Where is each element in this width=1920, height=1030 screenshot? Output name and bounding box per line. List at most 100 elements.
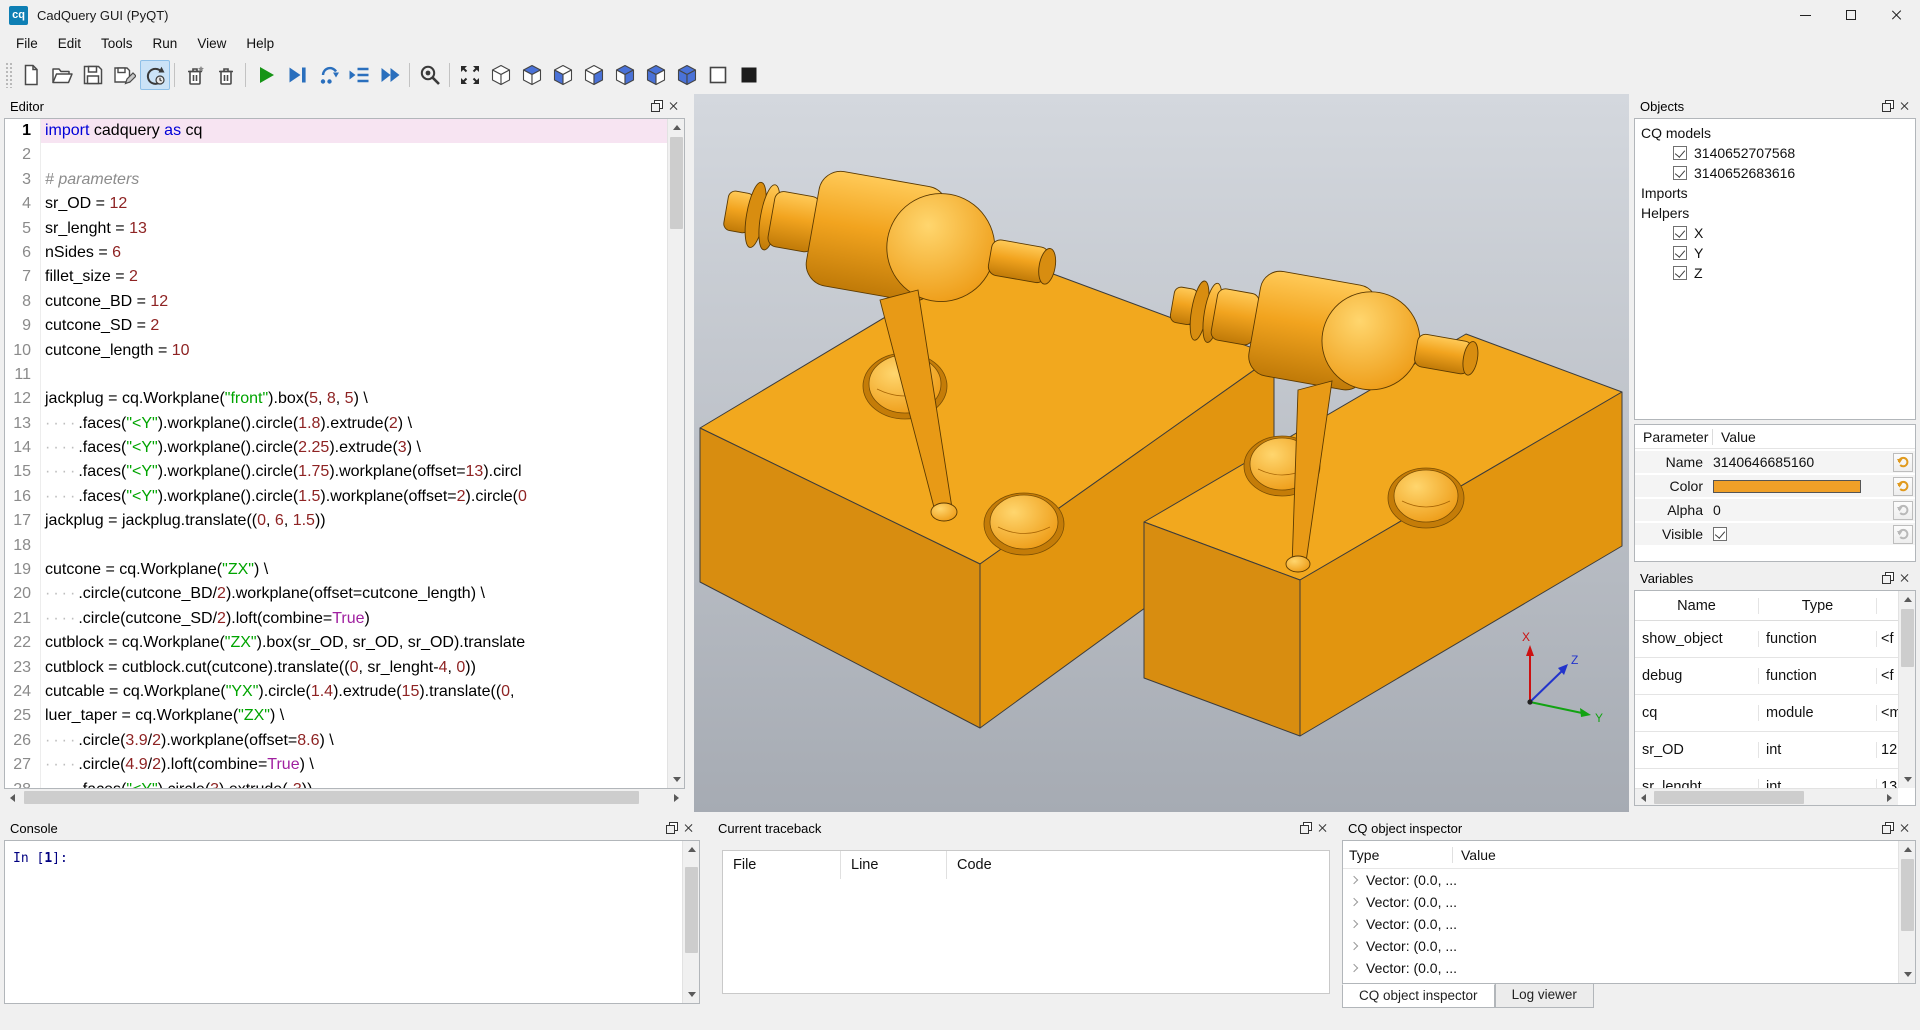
variables-hscroll-thumb[interactable]	[1654, 791, 1804, 804]
float-panel-icon[interactable]	[1882, 572, 1894, 584]
undo-button[interactable]	[1893, 525, 1913, 544]
expand-chevron-icon[interactable]	[1350, 964, 1358, 972]
visibility-checkbox[interactable]	[1673, 146, 1687, 160]
variables-vscroll-thumb[interactable]	[1901, 609, 1914, 667]
close-panel-icon[interactable]	[1900, 101, 1910, 111]
inspector-row[interactable]: Vector: (0.0, ...	[1343, 957, 1898, 979]
undo-button[interactable]	[1893, 501, 1913, 520]
inspector-row[interactable]: Vector: (0.0, ...	[1343, 869, 1898, 891]
tree-item[interactable]: 3140652683616	[1637, 163, 1913, 183]
step-button[interactable]	[313, 60, 343, 90]
inspector-row[interactable]: Vector: (0.0, ...	[1343, 935, 1898, 957]
tree-item[interactable]: Z	[1637, 263, 1913, 283]
inspector-header-value[interactable]: Value	[1453, 847, 1504, 863]
delete-all-button[interactable]	[211, 60, 241, 90]
variable-row[interactable]: sr_ODint12	[1635, 732, 1898, 769]
editor-vertical-scrollbar[interactable]	[667, 119, 684, 788]
close-panel-icon[interactable]	[1900, 823, 1910, 833]
visible-checkbox[interactable]	[1713, 527, 1727, 541]
variables-header[interactable]: Type	[1759, 598, 1877, 614]
view-iso-button[interactable]	[486, 60, 516, 90]
console-input-area[interactable]: In [1]:	[4, 840, 700, 1004]
view-left-button[interactable]	[641, 60, 671, 90]
toolbar-drag-handle[interactable]	[5, 62, 12, 88]
close-panel-icon[interactable]	[1318, 823, 1328, 833]
tree-group-helpers[interactable]: Helpers	[1637, 203, 1913, 223]
scroll-up-button[interactable]	[668, 119, 685, 136]
visibility-checkbox[interactable]	[1673, 266, 1687, 280]
scroll-left-button[interactable]	[4, 789, 21, 806]
render-button[interactable]	[251, 60, 281, 90]
tree-item[interactable]: 3140652707568	[1637, 143, 1913, 163]
menu-run[interactable]: Run	[143, 33, 188, 54]
3d-viewport[interactable]: X Z Y	[694, 94, 1629, 812]
expand-chevron-icon[interactable]	[1350, 876, 1358, 884]
close-panel-icon[interactable]	[684, 823, 694, 833]
float-panel-icon[interactable]	[1882, 100, 1894, 112]
fit-all-button[interactable]	[455, 60, 485, 90]
code-editor[interactable]: 1import cadquery as cq23# parameters4sr_…	[4, 118, 685, 789]
color-swatch[interactable]	[1713, 480, 1861, 493]
inspector-vertical-scrollbar[interactable]	[1898, 841, 1915, 983]
inspector-row[interactable]: Vector: (0.0, ...	[1343, 913, 1898, 935]
traceback-header-line[interactable]: Line	[841, 851, 947, 879]
undo-button[interactable]	[1893, 453, 1913, 472]
property-value[interactable]: 3140646685160	[1713, 454, 1814, 470]
code-area[interactable]: 1import cadquery as cq23# parameters4sr_…	[5, 119, 667, 788]
traceback-header-file[interactable]: File	[723, 851, 841, 879]
variables-vertical-scrollbar[interactable]	[1898, 591, 1915, 788]
new-file-button[interactable]	[16, 60, 46, 90]
view-top-button[interactable]	[517, 60, 547, 90]
traceback-header-code[interactable]: Code	[947, 851, 1002, 879]
console-vertical-scrollbar[interactable]	[682, 841, 699, 1003]
properties-header-value[interactable]: Value	[1713, 429, 1764, 445]
editor-hscroll-thumb[interactable]	[24, 791, 639, 804]
tree-group-imports[interactable]: Imports	[1637, 183, 1913, 203]
open-file-button[interactable]	[47, 60, 77, 90]
inspect-code-button[interactable]	[415, 60, 445, 90]
debug-button[interactable]	[282, 60, 312, 90]
menu-view[interactable]: View	[187, 33, 236, 54]
close-panel-icon[interactable]	[1900, 573, 1910, 583]
inspector-vscroll-thumb[interactable]	[1901, 859, 1914, 931]
variable-row[interactable]: cqmodule<m	[1635, 695, 1898, 732]
tree-item[interactable]: X	[1637, 223, 1913, 243]
editor-horizontal-scrollbar[interactable]	[4, 789, 685, 806]
save-button[interactable]	[78, 60, 108, 90]
close-button[interactable]	[1874, 0, 1920, 30]
continue-button[interactable]	[375, 60, 405, 90]
menu-file[interactable]: File	[6, 33, 48, 54]
delete-object-button[interactable]	[180, 60, 210, 90]
float-panel-icon[interactable]	[1300, 822, 1312, 834]
undo-button[interactable]	[1893, 477, 1913, 496]
tab-log-viewer[interactable]: Log viewer	[1495, 984, 1594, 1008]
tree-item[interactable]: Y	[1637, 243, 1913, 263]
view-front-button[interactable]	[548, 60, 578, 90]
inspector-row[interactable]: Vector: (0.0, ...	[1343, 891, 1898, 913]
shaded-mode-button[interactable]	[734, 60, 764, 90]
scroll-right-button[interactable]	[668, 789, 685, 806]
variables-horizontal-scrollbar[interactable]	[1635, 788, 1898, 805]
visibility-checkbox[interactable]	[1673, 226, 1687, 240]
properties-header-parameter[interactable]: Parameter	[1635, 429, 1713, 445]
expand-chevron-icon[interactable]	[1350, 898, 1358, 906]
editor-vscroll-thumb[interactable]	[670, 137, 683, 229]
minimize-button[interactable]	[1782, 0, 1828, 30]
variable-row[interactable]: show_objectfunction<f	[1635, 621, 1898, 658]
wireframe-mode-button[interactable]	[703, 60, 733, 90]
variable-row[interactable]: debugfunction<f	[1635, 658, 1898, 695]
visibility-checkbox[interactable]	[1673, 246, 1687, 260]
close-panel-icon[interactable]	[669, 101, 679, 111]
float-panel-icon[interactable]	[666, 822, 678, 834]
menu-help[interactable]: Help	[236, 33, 284, 54]
expand-chevron-icon[interactable]	[1350, 920, 1358, 928]
float-panel-icon[interactable]	[1882, 822, 1894, 834]
view-right-button[interactable]	[579, 60, 609, 90]
visibility-checkbox[interactable]	[1673, 166, 1687, 180]
property-value[interactable]: 0	[1713, 502, 1721, 518]
save-as-button[interactable]	[109, 60, 139, 90]
expand-chevron-icon[interactable]	[1350, 942, 1358, 950]
view-back-button[interactable]	[610, 60, 640, 90]
menu-edit[interactable]: Edit	[48, 33, 91, 54]
console-vscroll-thumb[interactable]	[685, 867, 698, 953]
